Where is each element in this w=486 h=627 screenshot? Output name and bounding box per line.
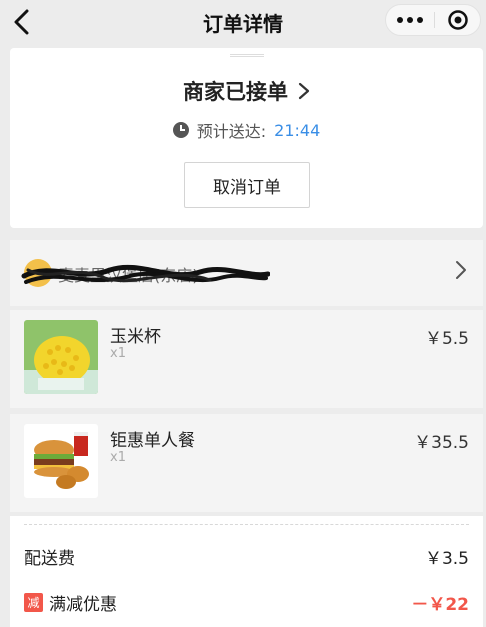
delivery-fee-value: ￥3.5: [424, 548, 469, 569]
delivery-fee-row: 配送费 ￥3.5: [24, 544, 469, 569]
order-status-card: 商家已接单 预计送达: 21:44 取消订单: [10, 48, 483, 228]
order-item: 玉米杯 x1 ￥5.5: [10, 310, 483, 408]
order-status-text: 商家已接单: [183, 80, 288, 104]
burger-meal-image: [24, 424, 98, 498]
clock-icon: [172, 122, 189, 138]
chevron-right-icon: [456, 261, 466, 279]
estimated-delivery: 预计送达: 21:44: [10, 118, 483, 142]
order-item: 钜惠单人餐 x1 ￥35.5: [10, 414, 483, 512]
dashed-divider: [24, 524, 469, 525]
discount-badge: 减: [24, 592, 43, 612]
fee-summary: 配送费 ￥3.5 减 满减优惠 －￥22: [10, 516, 483, 627]
discount-value: －￥22: [411, 594, 469, 615]
close-mini-program-button[interactable]: [435, 5, 481, 35]
item-name: 玉米杯: [110, 327, 161, 347]
order-status-link[interactable]: 商家已接单: [10, 76, 483, 106]
item-price: ￥35.5: [414, 433, 469, 453]
eta-time: 21:44: [274, 120, 321, 140]
more-dots-icon: [397, 17, 423, 23]
eta-label: 预计送达:: [196, 122, 267, 141]
shop-row[interactable]: 麦麦里汉堡店(东店): [10, 240, 483, 306]
item-price: ￥5.5: [424, 329, 469, 349]
chevron-right-icon: [298, 82, 310, 100]
redaction-scribble: [21, 264, 270, 284]
discount-label: 满减优惠: [49, 594, 117, 615]
item-quantity: x1: [110, 346, 126, 361]
delivery-fee-label: 配送费: [24, 548, 75, 569]
item-name: 钜惠单人餐: [110, 431, 195, 451]
mini-program-capsule: [385, 4, 481, 36]
corn-cup-image: [24, 320, 98, 394]
discount-row: 减 满减优惠 －￥22: [24, 590, 469, 615]
more-button[interactable]: [386, 5, 434, 35]
navigation-bar: 订单详情: [0, 0, 486, 44]
cancel-order-button[interactable]: 取消订单: [184, 162, 310, 208]
target-circle-icon: [448, 10, 468, 30]
drag-handle: [230, 54, 264, 57]
item-quantity: x1: [110, 450, 126, 465]
